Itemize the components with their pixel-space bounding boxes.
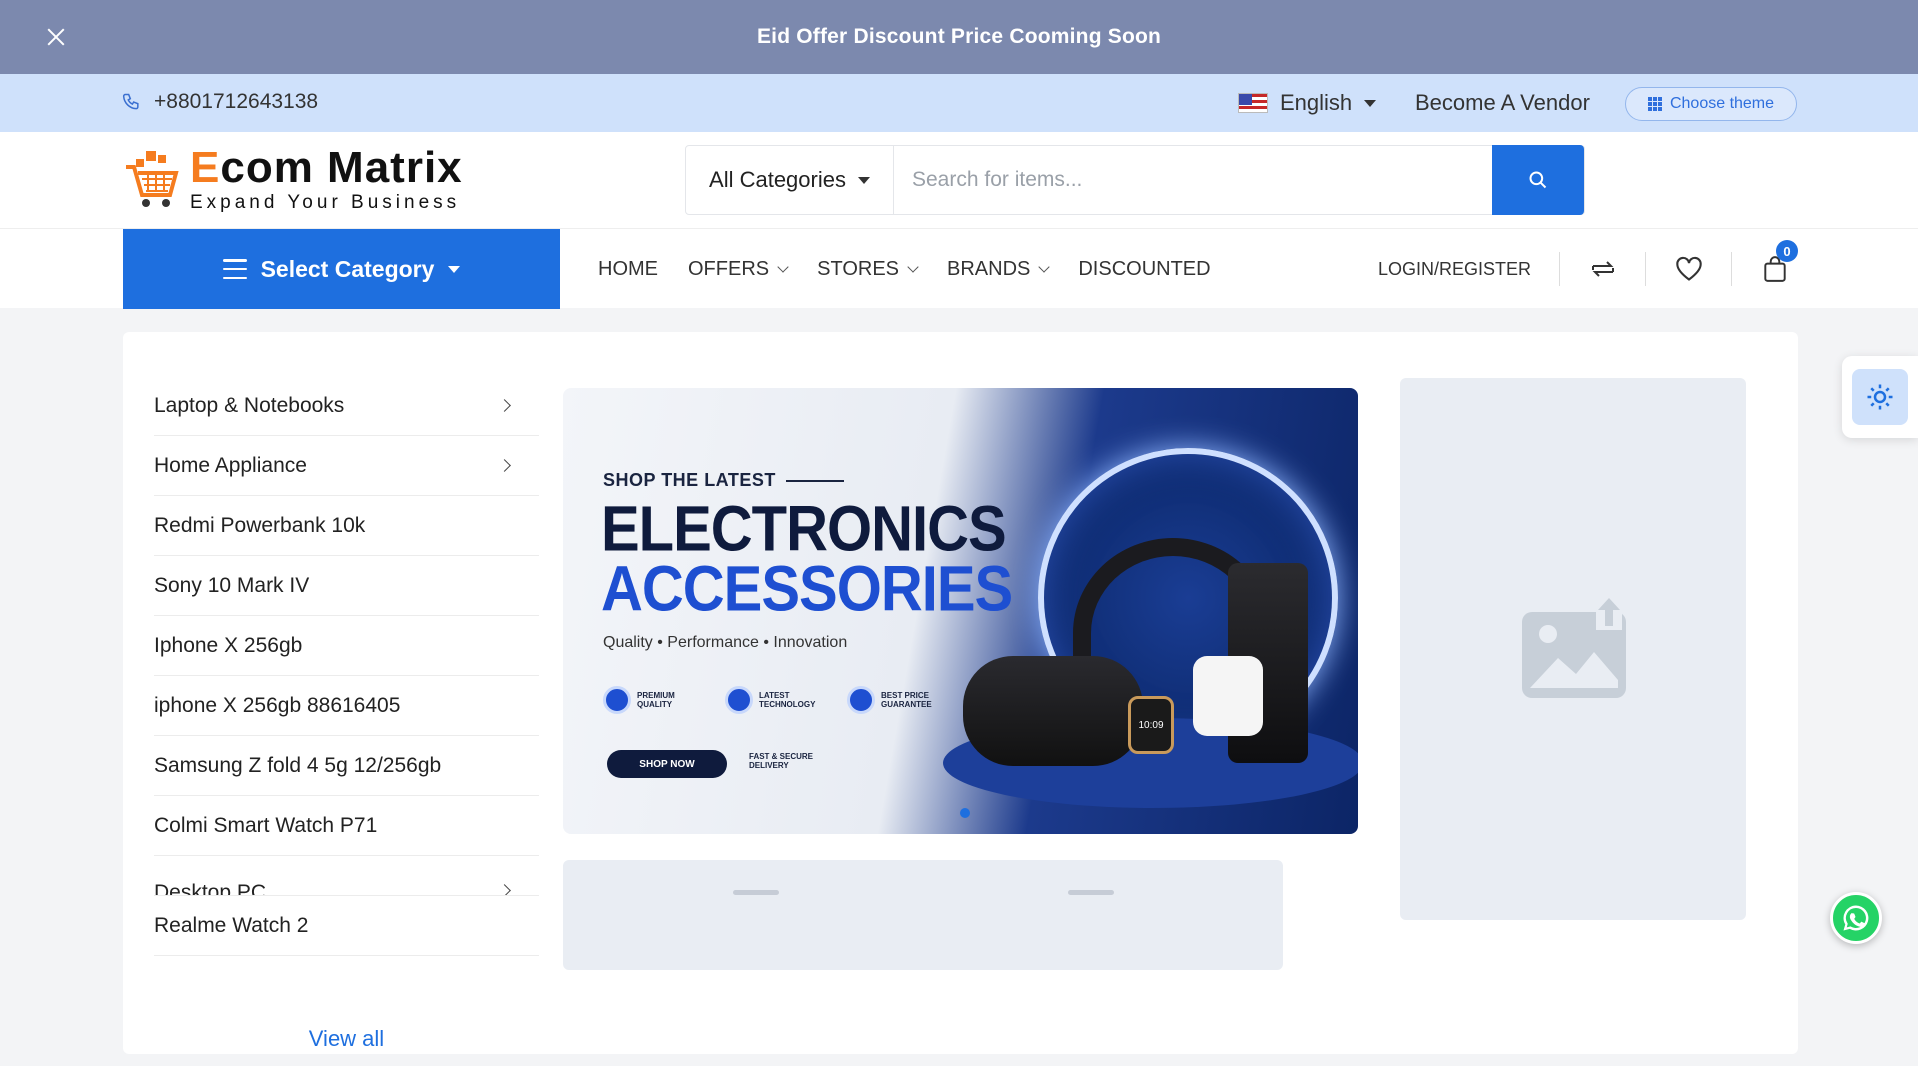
award-icon: [847, 686, 875, 714]
search-category-label: All Categories: [709, 167, 846, 192]
compare-icon: [1591, 261, 1614, 277]
language-label: English: [1280, 90, 1353, 115]
phone-icon: [122, 93, 139, 110]
category-item[interactable]: Realme Watch 2: [154, 896, 539, 956]
language-selector[interactable]: English: [1238, 90, 1377, 116]
grid-icon: [1647, 97, 1662, 111]
nav-item-discounted[interactable]: DISCOUNTED: [1078, 258, 1210, 281]
banner-kicker: SHOP THE LATEST: [603, 470, 844, 491]
chevron-right-icon: [498, 459, 511, 472]
hero-banner[interactable]: 10:09 SHOP THE LATEST ELECTRONICS ACCESS…: [563, 388, 1358, 834]
search-category-dropdown[interactable]: All Categories: [686, 146, 894, 214]
category-item[interactable]: iphone X 256gb 88616405: [154, 676, 539, 736]
search-button[interactable]: [1492, 145, 1584, 215]
category-item[interactable]: Redmi Powerbank 10k: [154, 496, 539, 556]
chevron-down-icon: [777, 261, 789, 273]
category-item[interactable]: Iphone X 256gb: [154, 616, 539, 676]
nav-item-home[interactable]: HOME: [598, 258, 658, 281]
nav-item-offers[interactable]: OFFERS: [688, 258, 789, 281]
search-input[interactable]: [894, 146, 1492, 214]
nav-item-stores[interactable]: STORES: [817, 258, 919, 281]
us-flag-icon: [1238, 93, 1268, 113]
promo-tile-placeholder[interactable]: [563, 860, 948, 970]
nav-menu: HOME OFFERS STORES BRANDS DISCOUNTED: [598, 229, 1211, 309]
shop-now-button[interactable]: SHOP NOW: [607, 750, 727, 778]
header: Ecom Matrix Expand Your Business All Cat…: [0, 132, 1918, 228]
site-logo[interactable]: Ecom Matrix Expand Your Business: [124, 146, 463, 214]
feature-badge: BEST PRICE GUARANTEE: [847, 686, 941, 714]
compare-button[interactable]: [1560, 252, 1647, 286]
earbuds-image: [1193, 656, 1263, 736]
promo-tile-placeholder[interactable]: [898, 860, 1283, 970]
category-item[interactable]: Samsung Z fold 4 5g 12/256gb: [154, 736, 539, 796]
shield-icon: [603, 686, 631, 714]
gear-icon: [725, 686, 753, 714]
category-item[interactable]: Colmi Smart Watch P71: [154, 796, 539, 856]
category-item[interactable]: Laptop & Notebooks: [154, 376, 539, 436]
search-bar: All Categories: [685, 145, 1585, 215]
category-list: Laptop & Notebooks Home Appliance Redmi …: [154, 376, 539, 1051]
nav-actions: LOGIN/REGISTER 0: [1378, 229, 1818, 309]
cart-button[interactable]: 0: [1732, 240, 1818, 286]
caret-down-icon: [857, 176, 870, 184]
category-item[interactable]: Sony 10 Mark IV: [154, 556, 539, 616]
logo-text: Ecom Matrix Expand Your Business: [190, 146, 463, 214]
login-register-link[interactable]: LOGIN/REGISTER: [1378, 252, 1561, 286]
phone-number: +8801712643138: [154, 90, 319, 113]
speaker-image: [963, 656, 1143, 766]
sun-icon: [1867, 384, 1893, 410]
theme-toggle-inner: [1852, 369, 1908, 425]
category-item[interactable]: Home Appliance: [154, 436, 539, 496]
image-upload-icon: [1522, 596, 1626, 698]
caret-down-icon: [1364, 99, 1377, 107]
nav-item-brands[interactable]: BRANDS: [947, 258, 1051, 281]
chevron-down-icon: [1038, 261, 1051, 273]
announcement-bar: Eid Offer Discount Price Cooming Soon: [0, 0, 1918, 74]
banner-subtitle: Quality • Performance • Innovation: [603, 634, 848, 651]
whatsapp-icon: [1843, 905, 1869, 931]
top-info-bar: +8801712643138 English Become A Vendor C…: [0, 74, 1918, 132]
feature-badge: LATEST TECHNOLOGY: [725, 686, 819, 714]
hamburger-icon: [222, 259, 247, 279]
wishlist-button[interactable]: [1646, 252, 1733, 286]
logo-tagline: Expand Your Business: [190, 192, 461, 213]
category-item[interactable]: Desktop PC: [154, 856, 539, 896]
cart-count-badge: 0: [1776, 240, 1799, 262]
hero-section: Laptop & Notebooks Home Appliance Redmi …: [123, 332, 1798, 1054]
carousel-dot[interactable]: [960, 808, 970, 818]
main-nav: Select Category HOME OFFERS STORES BRAND…: [0, 228, 1918, 309]
cart-logo-icon: [126, 151, 179, 207]
side-banner-placeholder[interactable]: [1400, 378, 1746, 920]
search-icon: [1529, 171, 1547, 189]
whatsapp-button[interactable]: [1830, 892, 1882, 944]
feature-badge: PREMIUM QUALITY: [603, 686, 697, 714]
chevron-right-icon: [498, 399, 511, 412]
choose-theme-button[interactable]: Choose theme: [1625, 87, 1797, 121]
logo-name: Ecom Matrix: [190, 143, 463, 192]
heart-icon: [1675, 256, 1702, 281]
delivery-note: FAST & SECURE DELIVERY: [749, 752, 814, 770]
phone-contact[interactable]: +8801712643138: [122, 90, 318, 114]
choose-theme-label: Choose theme: [1669, 95, 1775, 112]
chevron-down-icon: [907, 261, 919, 273]
close-icon[interactable]: [42, 23, 70, 51]
chevron-right-icon: [498, 884, 511, 895]
caret-down-icon: [448, 265, 461, 273]
announcement-message: Eid Offer Discount Price Cooming Soon: [756, 25, 1162, 48]
banner-headline-2: ACCESSORIES: [601, 553, 1013, 625]
theme-toggle-button[interactable]: [1842, 356, 1918, 438]
become-vendor-link[interactable]: Become A Vendor: [1415, 90, 1590, 116]
select-category-label: Select Category: [260, 255, 435, 282]
select-category-button[interactable]: Select Category: [123, 229, 560, 309]
smartwatch-image: 10:09: [1128, 696, 1174, 754]
view-all-link[interactable]: View all: [154, 1026, 539, 1052]
banner-features: PREMIUM QUALITY LATEST TECHNOLOGY BEST P…: [603, 686, 941, 714]
